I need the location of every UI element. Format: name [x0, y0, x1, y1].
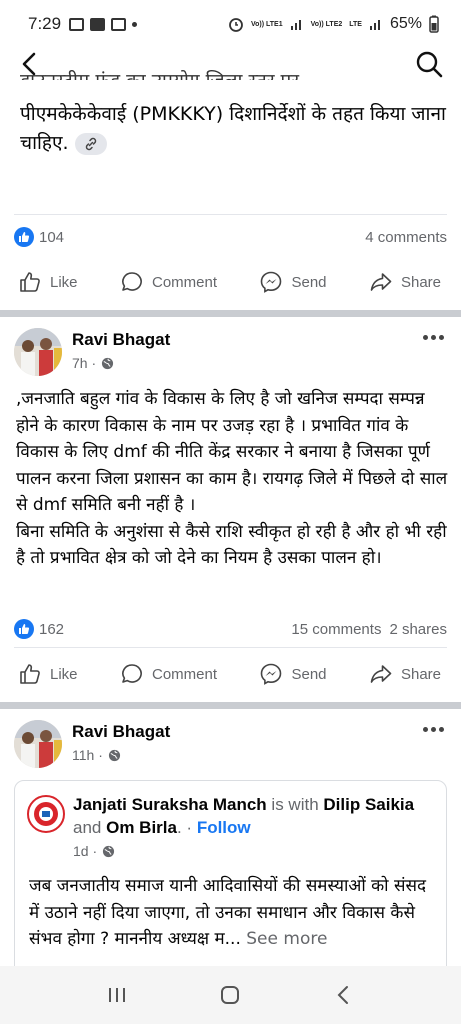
link-icon[interactable]: [74, 132, 107, 155]
follow-separator: . ·: [176, 818, 193, 837]
signal-2-icon: [369, 20, 380, 30]
post3-author[interactable]: Ravi Bhagat: [72, 722, 170, 742]
post2-time: 7h ·: [72, 355, 97, 371]
send-button[interactable]: Send: [259, 662, 327, 686]
send-button[interactable]: Send: [259, 270, 327, 294]
post2-like-count[interactable]: 162: [39, 621, 64, 638]
share-label: Share: [400, 273, 441, 291]
comment-icon: [122, 272, 142, 291]
post2-author[interactable]: Ravi Bhagat: [72, 330, 170, 350]
share-icon: [370, 273, 392, 291]
like-reaction-icon: [14, 619, 34, 639]
like-label: Like: [50, 273, 78, 291]
home-icon[interactable]: [218, 983, 242, 1007]
comment-button[interactable]: Comment: [120, 662, 217, 686]
battery-percent: 65%: [389, 15, 422, 32]
post2-body: ,जनजाति बहुल गांव के विकास के लिए है जो …: [16, 389, 448, 568]
signal-1-icon: [290, 20, 301, 30]
like-icon: [20, 272, 40, 292]
youtube-icon: [90, 17, 106, 31]
divider: [14, 214, 447, 215]
system-back-icon[interactable]: [332, 983, 356, 1007]
comment-icon: [122, 664, 142, 683]
share-label: Share: [400, 665, 441, 683]
messenger-icon: [261, 271, 282, 293]
shared-body: जब जनजातीय समाज यानी आदिवासियों की समस्य…: [29, 873, 437, 953]
like-button[interactable]: Like: [18, 270, 78, 294]
more-icon[interactable]: [423, 724, 447, 734]
send-label: Send: [291, 665, 327, 683]
avatar[interactable]: [14, 328, 62, 376]
like-button[interactable]: Like: [18, 662, 78, 686]
lte-label: LTE: [349, 20, 362, 28]
post1-reactions: 104 4 comments: [14, 224, 447, 250]
messenger-icon: [261, 663, 282, 685]
is-with-label: is with: [271, 795, 319, 814]
network-2-label: Vo)) LTE2: [310, 20, 343, 28]
post1-comment-count[interactable]: 4 comments: [365, 229, 447, 246]
comment-label: Comment: [151, 273, 218, 291]
network-1-label: Vo)) LTE1: [250, 20, 283, 28]
recent-apps-icon[interactable]: [105, 983, 129, 1007]
more-icon[interactable]: [423, 332, 447, 342]
post3-header: Ravi Bhagat 11h ·: [14, 720, 447, 770]
shared-body-text: जब जनजातीय समाज यानी आदिवासियों की समस्य…: [29, 876, 426, 949]
gallery-icon: [69, 17, 85, 31]
post2-reactions: 162 15 comments 2 shares: [14, 616, 447, 642]
system-nav-bar: [0, 966, 461, 1024]
share-icon: [370, 665, 392, 683]
dot-icon: [132, 21, 138, 27]
send-label: Send: [291, 273, 327, 291]
shared-time: 1d ·: [73, 843, 98, 859]
like-icon: [20, 664, 40, 684]
app-icon: [111, 17, 127, 31]
post2-header: Ravi Bhagat 7h ·: [14, 328, 447, 378]
page-name[interactable]: Janjati Suraksha Manch: [73, 795, 267, 814]
post2-meta: 7h ·: [72, 355, 114, 371]
avatar[interactable]: [14, 720, 62, 768]
post1-like-count[interactable]: 104: [39, 229, 64, 246]
like-label: Like: [50, 665, 78, 683]
post1-actions: Like Comment Send Share: [0, 262, 461, 302]
follow-button[interactable]: Follow: [197, 818, 251, 837]
battery-icon: [429, 15, 439, 33]
status-bar: 7:29 Vo)) LTE1 Vo)) LTE2 LTE 65%: [0, 0, 461, 48]
notification-icons: [69, 17, 138, 31]
shared-post-card[interactable]: Janjati Suraksha Manch is with Dilip Sai…: [14, 780, 447, 980]
alarm-icon: [229, 18, 243, 32]
shared-headline: Janjati Suraksha Manch is with Dilip Sai…: [73, 793, 433, 839]
shared-meta: 1d ·: [73, 843, 115, 859]
page-logo-icon[interactable]: [27, 795, 65, 833]
globe-icon: [103, 845, 115, 857]
comment-label: Comment: [151, 665, 218, 683]
post2-share-count[interactable]: 2 shares: [389, 621, 447, 638]
post3-time: 11h ·: [72, 747, 103, 763]
see-more-link[interactable]: See more: [246, 929, 327, 949]
tagged-person-1[interactable]: Dilip Saikia: [323, 795, 414, 814]
share-button[interactable]: Share: [369, 270, 441, 294]
feed-separator: [0, 702, 461, 709]
post2-actions: Like Comment Send Share: [0, 654, 461, 694]
post1-text: डाउनस्ट्रीम फंड का उपयोग जिला स्तर पर पी…: [20, 70, 450, 158]
globe-icon: [102, 357, 114, 369]
share-button[interactable]: Share: [369, 662, 441, 686]
status-right: Vo)) LTE1 Vo)) LTE2 LTE 65%: [228, 15, 439, 33]
and-label: and: [73, 818, 102, 837]
globe-icon: [108, 749, 120, 761]
post3-meta: 11h ·: [72, 747, 121, 763]
divider: [14, 647, 447, 648]
feed-separator: [0, 310, 461, 317]
status-time: 7:29: [28, 14, 62, 33]
comment-button[interactable]: Comment: [120, 270, 217, 294]
post2-comment-count[interactable]: 15 comments: [291, 621, 381, 638]
tagged-person-2[interactable]: Om Birla: [106, 818, 177, 837]
like-reaction-icon: [14, 227, 34, 247]
post1-cut-line: डाउनस्ट्रीम फंड का उपयोग जिला स्तर पर: [20, 68, 440, 80]
